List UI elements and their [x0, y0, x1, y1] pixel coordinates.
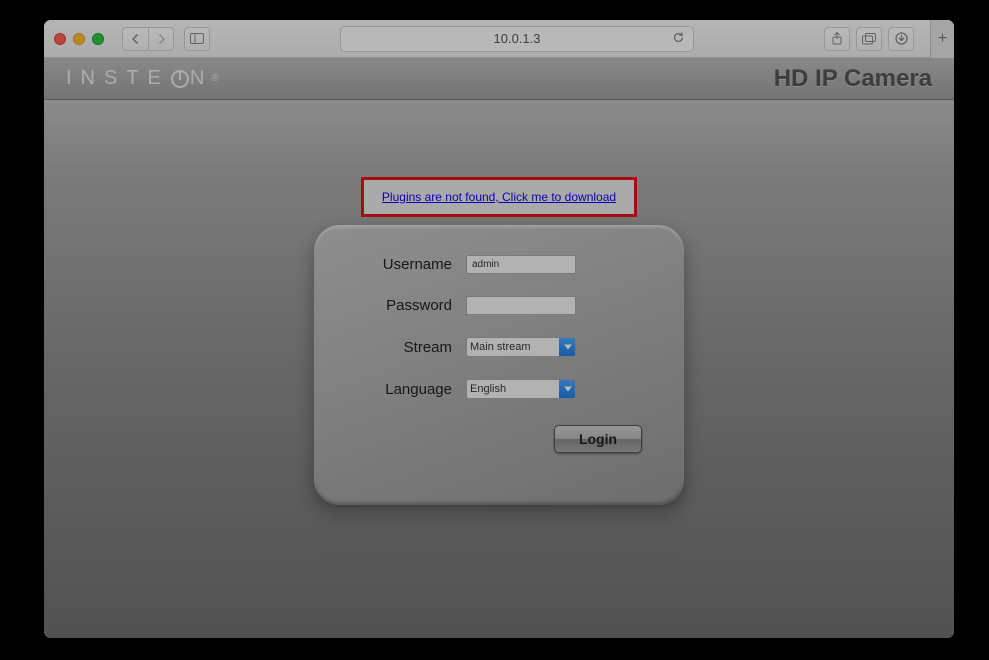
downloads-button[interactable]	[888, 27, 914, 51]
login-panel: Username Password Stream Main stream Lan…	[314, 225, 684, 505]
panel-reflection	[314, 508, 684, 568]
share-button[interactable]	[824, 27, 850, 51]
toolbar-right	[824, 27, 914, 51]
new-tab-button[interactable]: +	[930, 20, 954, 58]
brand-name-left: INSTE	[66, 67, 170, 90]
password-input[interactable]	[466, 296, 576, 315]
page-content: INSTE N® HD IP Camera Plugins are not fou…	[44, 58, 954, 638]
brand-logo: INSTE N®	[66, 67, 219, 90]
close-window-button[interactable]	[54, 33, 66, 45]
nav-back-forward	[122, 27, 174, 51]
language-select[interactable]: English	[466, 379, 576, 399]
plugin-notice: Plugins are not found, Click me to downl…	[361, 177, 637, 217]
back-button[interactable]	[122, 27, 148, 51]
stream-label: Stream	[356, 339, 452, 356]
address-text: 10.0.1.3	[494, 31, 541, 46]
power-icon	[171, 70, 189, 88]
login-button[interactable]: Login	[554, 425, 642, 453]
minimize-window-button[interactable]	[73, 33, 85, 45]
brand-name-right: N	[190, 67, 213, 90]
password-label: Password	[356, 297, 452, 314]
sidebar-button[interactable]	[184, 27, 210, 51]
username-label: Username	[356, 256, 452, 273]
safari-window: 10.0.1.3 + INSTE N® HD IP Camera	[44, 20, 954, 638]
brand-bar: INSTE N® HD IP Camera	[44, 58, 954, 100]
download-plugin-link[interactable]: Plugins are not found, Click me to downl…	[382, 190, 616, 204]
page-title: HD IP Camera	[774, 65, 932, 93]
forward-button[interactable]	[148, 27, 174, 51]
tabs-button[interactable]	[856, 27, 882, 51]
registered-mark: ®	[211, 73, 218, 84]
stream-select[interactable]: Main stream	[466, 337, 576, 357]
maximize-window-button[interactable]	[92, 33, 104, 45]
username-input[interactable]	[466, 255, 576, 274]
window-controls	[54, 33, 104, 45]
address-bar[interactable]: 10.0.1.3	[340, 26, 694, 52]
language-label: Language	[356, 381, 452, 398]
reload-icon[interactable]	[672, 31, 685, 47]
browser-toolbar: 10.0.1.3 +	[44, 20, 954, 58]
